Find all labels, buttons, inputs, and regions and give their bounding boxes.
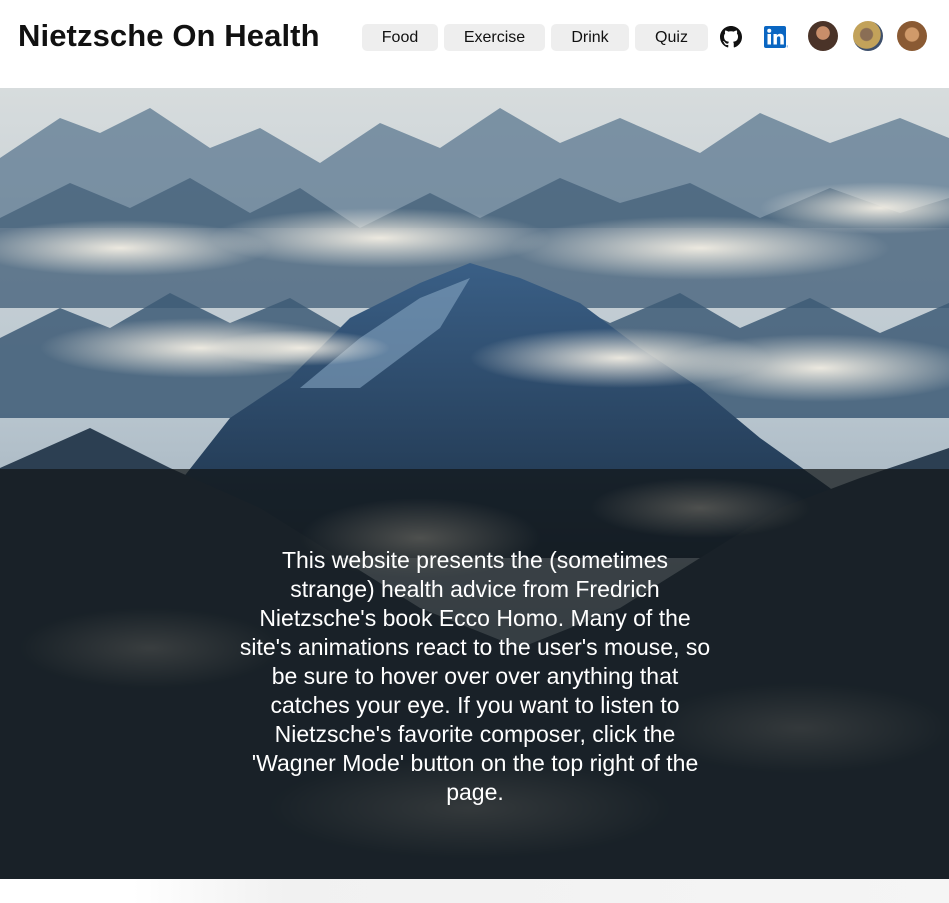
nav-quiz-button[interactable]: Quiz — [635, 24, 708, 51]
avatar[interactable] — [897, 21, 927, 51]
nav-drink-button[interactable]: Drink — [551, 24, 629, 51]
next-section-edge — [0, 879, 949, 903]
site-header: Nietzsche On Health Food Exercise Drink … — [0, 0, 949, 88]
github-icon[interactable] — [720, 26, 742, 48]
avatar[interactable] — [853, 21, 883, 51]
hero-section: This website presents the (sometimes str… — [0, 88, 949, 879]
nav-exercise-button[interactable]: Exercise — [444, 24, 545, 51]
linkedin-icon[interactable]: ® — [764, 26, 788, 48]
avatar[interactable] — [808, 21, 838, 51]
nav-food-button[interactable]: Food — [362, 24, 438, 51]
svg-text:®: ® — [786, 45, 788, 49]
intro-paragraph: This website presents the (sometimes str… — [239, 547, 711, 805]
site-title[interactable]: Nietzsche On Health — [18, 18, 320, 54]
